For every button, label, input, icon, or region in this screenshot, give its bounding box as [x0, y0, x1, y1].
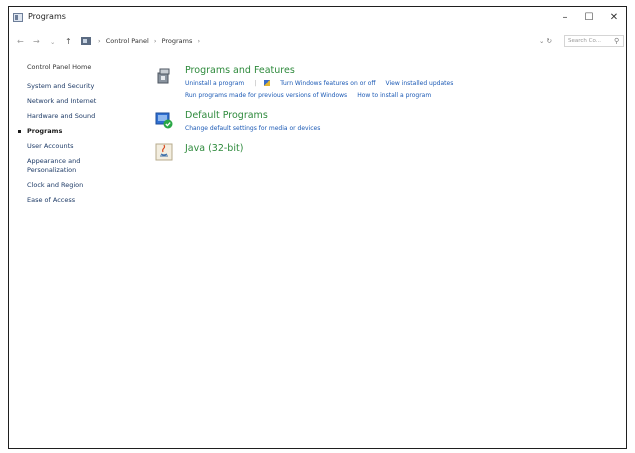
- change-default-settings-link[interactable]: Change default settings for media or dev…: [185, 125, 320, 132]
- title-bar: Programs – ☐ ✕: [9, 7, 626, 29]
- sidebar-item-ease-of-access[interactable]: Ease of Access: [27, 196, 122, 205]
- back-arrow-icon[interactable]: ←: [17, 37, 24, 46]
- address-bar: ← → ⌄ ↑ › Control Panel › Programs › ⌄ ↻…: [9, 30, 626, 52]
- sidebar-item-programs[interactable]: Programs: [18, 127, 122, 136]
- sidebar-item-network-and-internet[interactable]: Network and Internet: [27, 97, 122, 106]
- refresh-icon[interactable]: ⌄ ↻: [539, 37, 552, 45]
- forward-arrow-icon[interactable]: →: [33, 37, 40, 46]
- breadcrumb-separator-icon: ›: [153, 37, 157, 45]
- maximize-button[interactable]: ☐: [578, 9, 600, 27]
- sidebar-item-hardware-and-sound[interactable]: Hardware and Sound: [27, 112, 122, 121]
- uninstall-program-link[interactable]: Uninstall a program: [185, 80, 244, 87]
- control-panel-window: Programs – ☐ ✕ ← → ⌄ ↑ › Control Panel ›…: [8, 6, 627, 449]
- programs-and-features-links-row-2: Run programs made for previous versions …: [185, 92, 441, 99]
- java-icon: [155, 143, 173, 161]
- control-panel-folder-icon: [81, 37, 91, 45]
- programs-and-features-link[interactable]: Programs and Features: [185, 65, 295, 76]
- view-installed-updates-link[interactable]: View installed updates: [386, 80, 454, 87]
- minimize-button[interactable]: –: [554, 9, 576, 27]
- control-panel-icon: [13, 13, 23, 22]
- sidebar-item-control-panel-home[interactable]: Control Panel Home: [27, 63, 122, 72]
- breadcrumb-separator-icon: ›: [98, 37, 101, 45]
- sidebar-item-user-accounts[interactable]: User Accounts: [27, 142, 122, 151]
- uac-shield-icon: [264, 80, 271, 86]
- close-button[interactable]: ✕: [603, 9, 625, 27]
- breadcrumb: › Control Panel › Programs ›: [95, 37, 203, 45]
- default-programs-link[interactable]: Default Programs: [185, 110, 268, 121]
- java-link[interactable]: Java (32-bit): [185, 143, 243, 154]
- default-programs-icon: [155, 112, 173, 129]
- sidebar-item-clock-and-region[interactable]: Clock and Region: [27, 181, 122, 190]
- sidebar: Control Panel Home System and Security N…: [18, 63, 122, 211]
- breadcrumb-programs[interactable]: Programs: [162, 37, 193, 45]
- link-divider: |: [254, 80, 257, 87]
- sidebar-item-system-and-security[interactable]: System and Security: [27, 82, 122, 91]
- default-programs-links: Change default settings for media or dev…: [185, 125, 330, 132]
- run-older-programs-link[interactable]: Run programs made for previous versions …: [185, 92, 347, 99]
- window-title: Programs: [28, 12, 66, 21]
- sidebar-item-appearance-and-personalization[interactable]: Appearance and Personalization: [27, 157, 97, 175]
- programs-and-features-links-row-1: Uninstall a program | Turn Windows feature…: [185, 80, 463, 87]
- breadcrumb-separator-icon: ›: [197, 37, 201, 45]
- search-icon[interactable]: ⚲: [614, 37, 619, 45]
- turn-windows-features-link[interactable]: Turn Windows features on or off: [280, 80, 375, 87]
- up-arrow-icon[interactable]: ↑: [65, 37, 72, 46]
- breadcrumb-control-panel[interactable]: Control Panel: [106, 37, 149, 45]
- how-to-install-program-link[interactable]: How to install a program: [357, 92, 431, 99]
- recent-locations-chevron-down-icon[interactable]: ⌄: [50, 38, 55, 46]
- programs-and-features-icon: [157, 68, 170, 84]
